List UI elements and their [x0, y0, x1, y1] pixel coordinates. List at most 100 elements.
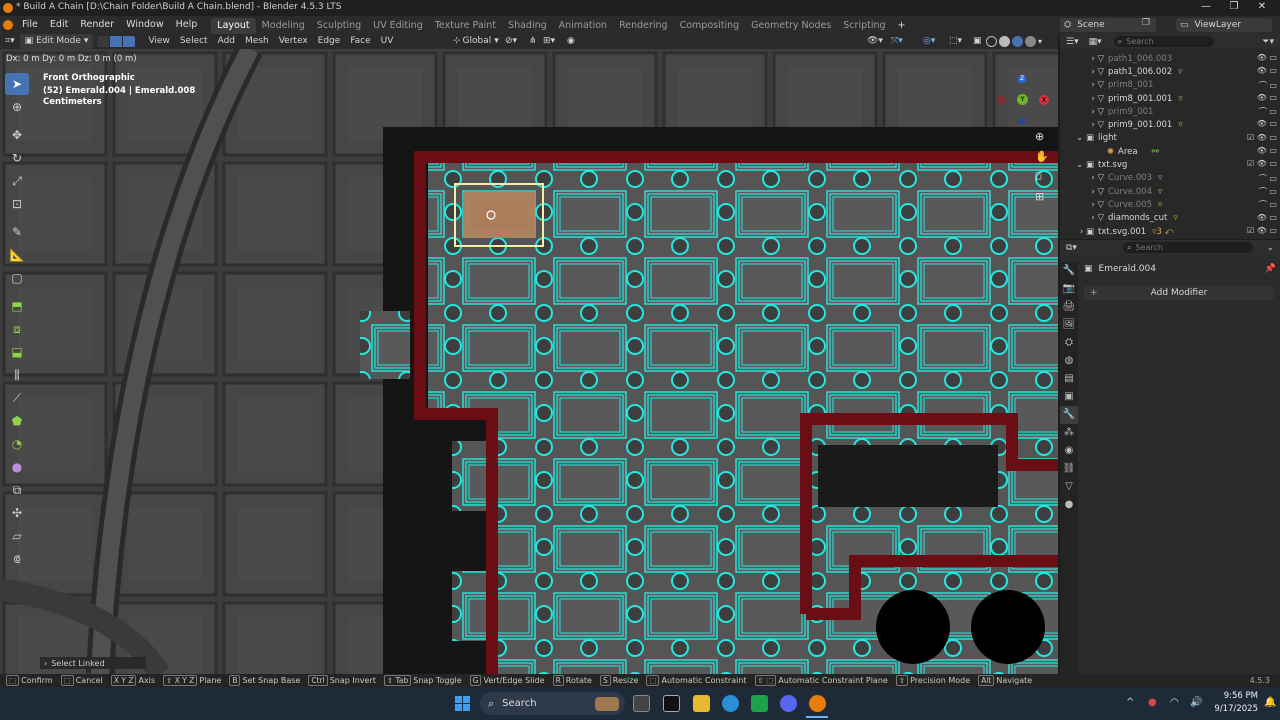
tab-texture-paint[interactable]: Texture Paint — [429, 18, 502, 34]
wireframe-shading-icon[interactable] — [986, 36, 997, 47]
rotate-tool-icon[interactable]: ↻ — [5, 147, 29, 169]
view-layer-tab-icon[interactable]: 🖼 — [1060, 316, 1078, 334]
outliner-row[interactable]: › ▽ Curve.004 ▿ ⌒ ▭ — [1060, 185, 1280, 198]
outliner-search-input[interactable]: ⌕ Search — [1113, 36, 1214, 47]
menu-add[interactable]: Add — [213, 34, 240, 49]
rip-tool-icon[interactable]: ⟃ — [5, 548, 29, 570]
camera-icon[interactable]: ⌼ — [1035, 170, 1042, 184]
tray-chevron-icon[interactable]: ^ — [1126, 697, 1134, 708]
menu-uv[interactable]: UV — [376, 34, 399, 49]
blender-menu-icon[interactable] — [0, 16, 16, 34]
extrude-tool-icon[interactable]: ⬒ — [5, 295, 29, 317]
editor-type-icon[interactable]: ⌗▾ — [0, 34, 20, 49]
add-cube-tool-icon[interactable]: ▢ — [5, 267, 29, 289]
pivot-icon[interactable]: ⊘▾ — [500, 34, 522, 49]
transform-tool-icon[interactable]: ⊡ — [5, 193, 29, 215]
discord-app-icon[interactable] — [780, 695, 797, 712]
gizmo-neg-z[interactable] — [1018, 117, 1026, 125]
gizmo-icon[interactable]: ⤧▾ — [886, 34, 908, 49]
start-windows-icon[interactable] — [455, 696, 470, 711]
material-shading-icon[interactable] — [1012, 36, 1023, 47]
clock-date[interactable]: 9/17/2025 — [1196, 704, 1258, 714]
task-view-icon[interactable] — [633, 695, 650, 712]
face-select-icon[interactable] — [123, 36, 136, 47]
edge-browser-icon[interactable] — [722, 695, 739, 712]
menu-edit[interactable]: Edit — [44, 16, 74, 34]
chevron-down-icon[interactable]: ▾ — [1038, 37, 1042, 46]
outliner-row[interactable]: › ▽ prim8_001.001 ▿ 👁 ▭ — [1060, 92, 1280, 105]
render-tab-icon[interactable]: 📷 — [1060, 280, 1078, 298]
outliner-row[interactable]: › ▽ path1_006.003 👁 ▭ — [1060, 52, 1280, 65]
tab-layout[interactable]: Layout — [211, 17, 256, 34]
world-tab-icon[interactable]: ◍ — [1060, 352, 1078, 370]
knife-tool-icon[interactable]: ⟋ — [5, 387, 29, 409]
tool-tab-icon[interactable]: 🔧 — [1060, 262, 1078, 280]
spin-tool-icon[interactable]: ◔ — [5, 433, 29, 455]
tab-rendering[interactable]: Rendering — [613, 18, 674, 34]
zoom-icon[interactable]: ⊕ — [1035, 130, 1044, 143]
taskbar-search[interactable]: ⌕ Search — [480, 692, 625, 715]
mesh-edit-overlays-icon[interactable]: ⬚▾ — [944, 34, 967, 49]
transform-orientation[interactable]: ⊹ Global ▾ — [448, 34, 504, 49]
filter-icon[interactable]: ⏷▾ — [1262, 37, 1280, 47]
menu-mesh[interactable]: Mesh — [240, 34, 274, 49]
pan-hand-icon[interactable]: ✋ — [1035, 150, 1049, 163]
loop-cut-tool-icon[interactable]: ⫼ — [5, 364, 29, 386]
add-modifier-button[interactable]: + Add Modifier — [1084, 286, 1274, 300]
annotate-tool-icon[interactable]: ✎ — [5, 221, 29, 243]
mode-selector[interactable]: ▣ Edit Mode ▾ — [19, 34, 94, 49]
edge-select-icon[interactable] — [110, 36, 123, 47]
bevel-tool-icon[interactable]: ⬓ — [5, 341, 29, 363]
gizmo-neg-x[interactable] — [997, 96, 1005, 104]
pin-icon[interactable]: 📌 — [1265, 264, 1276, 274]
tab-uv-editing[interactable]: UV Editing — [367, 18, 429, 34]
object-tab-icon[interactable]: ▣ — [1060, 388, 1078, 406]
wifi-icon[interactable]: ◠ — [1170, 697, 1179, 708]
display-mode-icon[interactable]: ▦▾ — [1085, 37, 1106, 47]
file-explorer-icon[interactable] — [693, 695, 710, 712]
3d-viewport[interactable]: Z Y X ⊕ ✋ ⌼ ⊞ › Select Linked — [0, 49, 1058, 674]
solid-shading-icon[interactable] — [999, 36, 1010, 47]
physics-tab-icon[interactable]: ◉ — [1060, 442, 1078, 460]
outliner-editor-icon[interactable]: ☰▾ — [1060, 37, 1085, 47]
tab-animation[interactable]: Animation — [553, 18, 613, 34]
measure-tool-icon[interactable]: 📐 — [5, 244, 29, 266]
add-workspace-button[interactable]: + — [892, 18, 912, 34]
menu-edge[interactable]: Edge — [313, 34, 346, 49]
xray-icon[interactable]: ▣ — [968, 34, 987, 49]
smooth-tool-icon[interactable]: ● — [5, 456, 29, 478]
outliner-row[interactable]: ⌄ ▣ light ☑ 👁 ▭ — [1060, 132, 1280, 145]
menu-face[interactable]: Face — [345, 34, 375, 49]
tab-modeling[interactable]: Modeling — [256, 18, 311, 34]
outliner-row[interactable]: › ▣ txt.svg.001 ▿3 ⤺ ☑ 👁 ▭ — [1060, 225, 1280, 238]
outliner-row[interactable]: › ▽ Curve.005 ▿ ⌒ ▭ — [1060, 198, 1280, 211]
edge-slide-tool-icon[interactable]: ⧉ — [5, 479, 29, 501]
close-button[interactable]: ✕ — [1252, 1, 1272, 15]
vertex-select-icon[interactable] — [97, 36, 110, 47]
outliner-row[interactable]: › ▽ Curve.003 ▿ ⌒ ▭ — [1060, 172, 1280, 185]
particles-tab-icon[interactable]: ⁂ — [1060, 424, 1078, 442]
options-icon[interactable]: ⌄ — [1266, 243, 1280, 253]
visibility-icon[interactable]: 👁▾ — [862, 34, 888, 49]
blender-app-icon[interactable] — [809, 695, 826, 712]
tab-compositing[interactable]: Compositing — [674, 18, 746, 34]
tray-app-icon[interactable]: ● — [1148, 697, 1157, 708]
menu-file[interactable]: File — [16, 16, 44, 34]
poly-build-tool-icon[interactable]: ⬟ — [5, 410, 29, 432]
constraints-tab-icon[interactable]: ⛓ — [1060, 460, 1078, 478]
gizmo-y-axis[interactable]: Y — [1017, 94, 1028, 105]
tab-scripting[interactable]: Scripting — [837, 18, 891, 34]
move-tool-icon[interactable]: ✥ — [5, 124, 29, 146]
outliner-row[interactable]: ⌄ ▣ txt.svg ☑ 👁 ▭ — [1060, 158, 1280, 171]
outliner-row[interactable]: › ▽ prim9_001.001 ▿ 👁 ▭ — [1060, 118, 1280, 131]
scene-tab-icon[interactable]: ⛭ — [1060, 334, 1078, 352]
menu-render[interactable]: Render — [74, 16, 120, 34]
gizmo-x-axis[interactable]: X — [1039, 95, 1049, 105]
menu-select[interactable]: Select — [175, 34, 213, 49]
snap-target-icon[interactable]: ⊞▾ — [538, 34, 560, 49]
menu-window[interactable]: Window — [120, 16, 169, 34]
tablet-app-icon[interactable] — [751, 695, 768, 712]
material-tab-icon[interactable]: ● — [1060, 496, 1078, 514]
collection-tab-icon[interactable]: ▤ — [1060, 370, 1078, 388]
clock-time[interactable]: 9:56 PM — [1212, 691, 1258, 701]
